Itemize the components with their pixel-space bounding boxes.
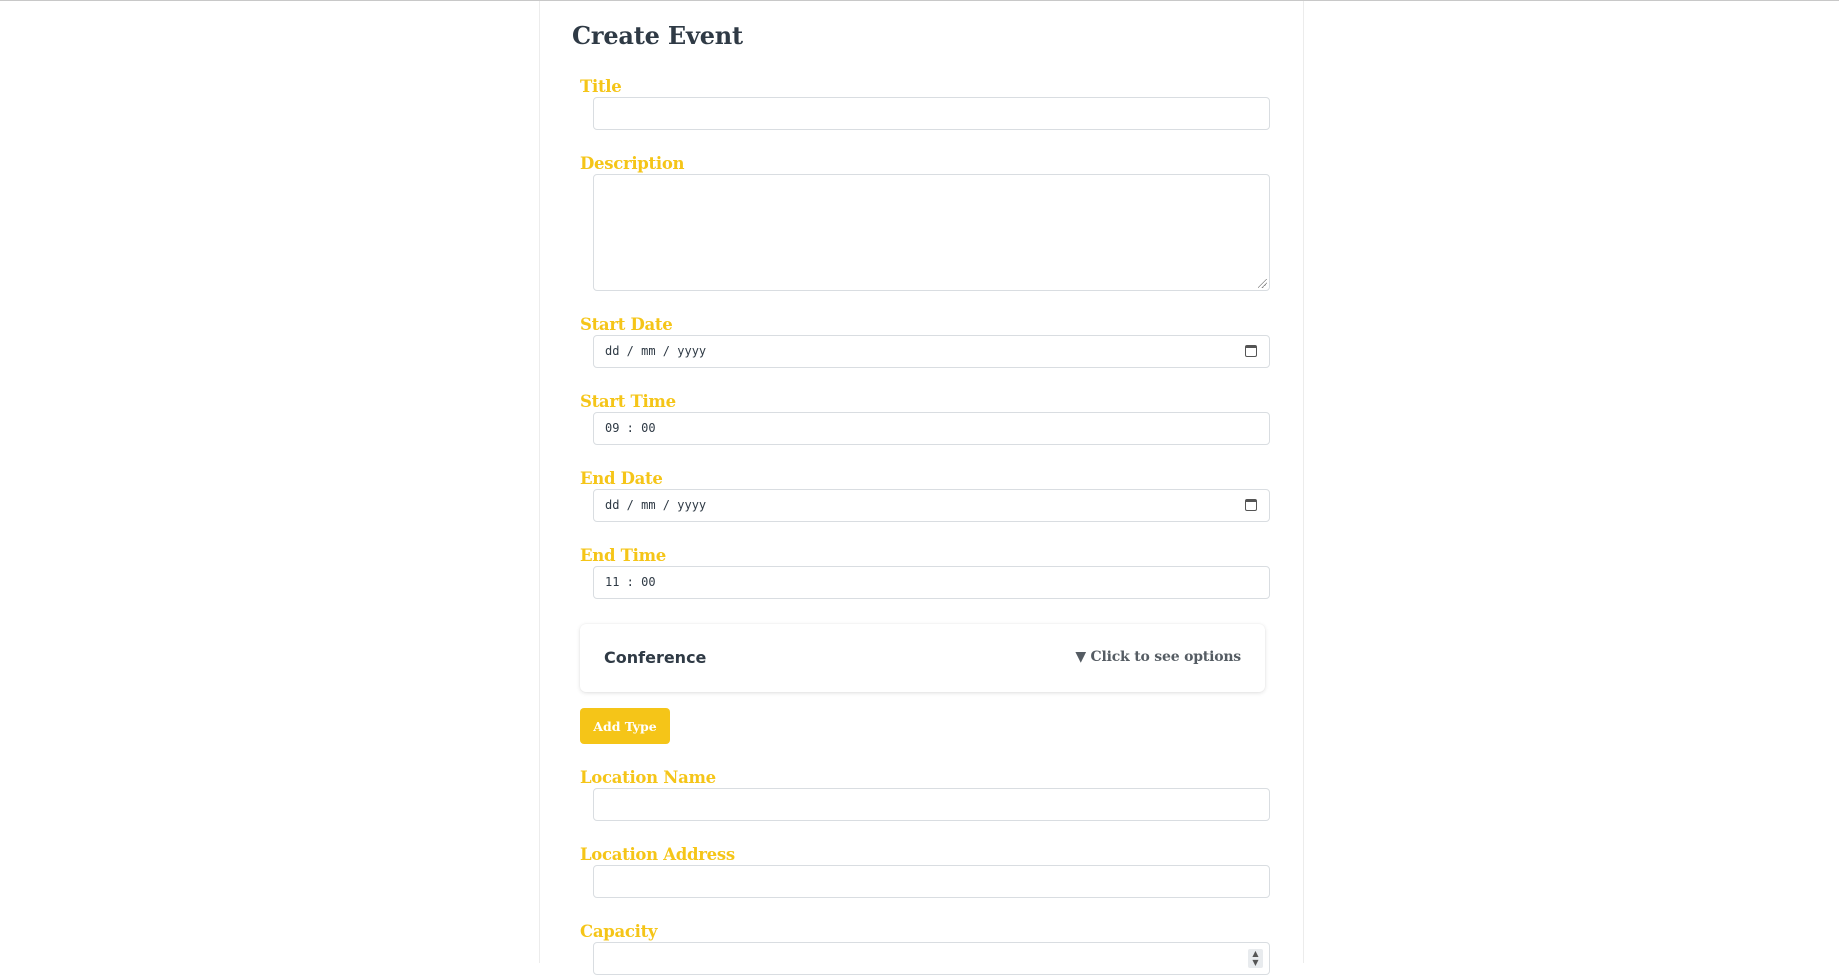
capacity-label: Capacity xyxy=(580,922,658,941)
end-time-label: End Time xyxy=(580,546,666,565)
add-type-button[interactable]: Add Type xyxy=(580,708,670,744)
event-type-name: Conference xyxy=(604,648,707,667)
calendar-icon[interactable] xyxy=(1245,345,1257,357)
start-time-value: 09 : 00 xyxy=(605,421,656,435)
start-date-value: dd / mm / yyyy xyxy=(605,344,707,358)
description-label: Description xyxy=(580,154,685,173)
calendar-icon[interactable] xyxy=(1245,499,1257,511)
end-date-value: dd / mm / yyyy xyxy=(605,498,707,512)
event-type-options-toggle[interactable]: ▼ Click to see options xyxy=(1075,649,1241,665)
location-address-label: Location Address xyxy=(580,845,735,864)
capacity-input[interactable]: ▲ ▼ xyxy=(593,942,1270,975)
title-label: Title xyxy=(580,77,622,96)
start-time-input[interactable]: 09 : 00 xyxy=(593,412,1270,445)
location-address-input[interactable] xyxy=(593,865,1270,898)
start-date-label: Start Date xyxy=(580,315,673,334)
resize-grip-icon[interactable] xyxy=(1258,279,1267,288)
spinner-arrows-icon[interactable]: ▲ ▼ xyxy=(1248,949,1263,968)
end-date-label: End Date xyxy=(580,469,663,488)
event-type-card: Conference ▼ Click to see options xyxy=(580,624,1265,692)
description-textarea[interactable] xyxy=(593,174,1270,291)
end-time-input[interactable]: 11 : 00 xyxy=(593,566,1270,599)
create-event-panel: Create Event Title Description Start Dat… xyxy=(539,1,1304,975)
title-input[interactable] xyxy=(593,97,1270,130)
page-title: Create Event xyxy=(572,21,743,50)
start-time-label: Start Time xyxy=(580,392,676,411)
location-name-label: Location Name xyxy=(580,768,716,787)
start-date-input[interactable]: dd / mm / yyyy xyxy=(593,335,1270,368)
end-time-value: 11 : 00 xyxy=(605,575,656,589)
location-name-input[interactable] xyxy=(593,788,1270,821)
end-date-input[interactable]: dd / mm / yyyy xyxy=(593,489,1270,522)
